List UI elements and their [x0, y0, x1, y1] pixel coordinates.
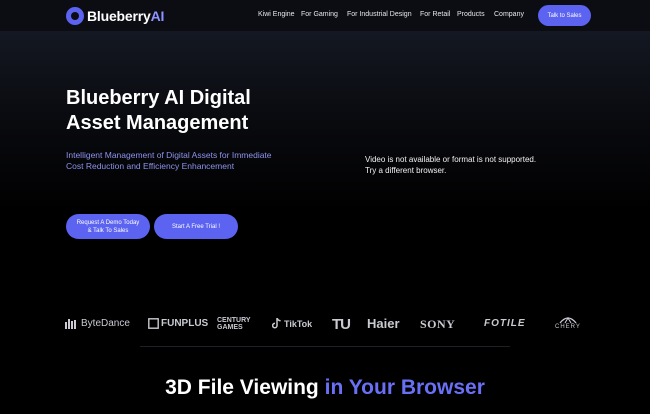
free-trial-button[interactable]: Start A Free Trial ! [154, 214, 238, 239]
request-demo-line-1: Request A Demo Today [76, 219, 140, 226]
section-divider [140, 346, 510, 347]
nav-item-products[interactable]: Products [457, 11, 485, 18]
nav-item-kiwi-engine[interactable]: Kiwi Engine [258, 11, 295, 18]
nav-item-for-retail[interactable]: For Retail [420, 11, 450, 18]
nav-item-company[interactable]: Company [494, 11, 524, 18]
video-hint-text: Try a different browser. [365, 166, 447, 175]
logo-tu: TU [332, 316, 351, 333]
logo-chery: CHERY [555, 316, 581, 330]
tiktok-icon [272, 318, 281, 329]
nav-item-for-industrial-design[interactable]: For Industrial Design [347, 11, 412, 18]
hero-subtitle: Intelligent Management of Digital Assets… [66, 150, 272, 171]
logo-funplus: FUNPLUS [148, 318, 208, 329]
top-nav: BlueberryAI Kiwi Engine For Gaming For I… [0, 0, 650, 31]
chery-icon [559, 316, 577, 324]
logo-fotile: FOTILE [484, 318, 526, 329]
logo-bytedance: ByteDance [65, 318, 130, 329]
section-title-accent: in Your Browser [324, 376, 485, 399]
video-error-text: Video is not available or format is not … [365, 155, 537, 164]
blueberry-logo-icon [66, 6, 84, 25]
bytedance-icon [65, 318, 76, 329]
talk-to-sales-button[interactable]: Talk to Sales [538, 5, 591, 26]
section-title-main: 3D File Viewing [165, 376, 325, 399]
logo-century-games: CENTURY GAMES [217, 317, 251, 331]
request-demo-line-2: & Talk To Sales [87, 227, 129, 234]
logo-accent: AI [150, 7, 165, 24]
logo-text: Blueberry [87, 7, 151, 24]
section-title: 3D File Viewing in Your Browser [0, 376, 650, 400]
logo-sony: SONY [420, 317, 456, 331]
logo-tiktok: TikTok [272, 318, 312, 329]
nav-item-for-gaming[interactable]: For Gaming [301, 11, 338, 18]
logo-haier: Haier [367, 316, 400, 331]
funplus-icon [148, 318, 159, 329]
request-demo-button[interactable]: Request A Demo Today & Talk To Sales [66, 214, 150, 239]
logo[interactable]: BlueberryAI [66, 6, 164, 25]
hero-title: Blueberry AI Digital Asset Management [66, 87, 251, 134]
video-placeholder: Video is not available or format is not … [365, 154, 565, 176]
